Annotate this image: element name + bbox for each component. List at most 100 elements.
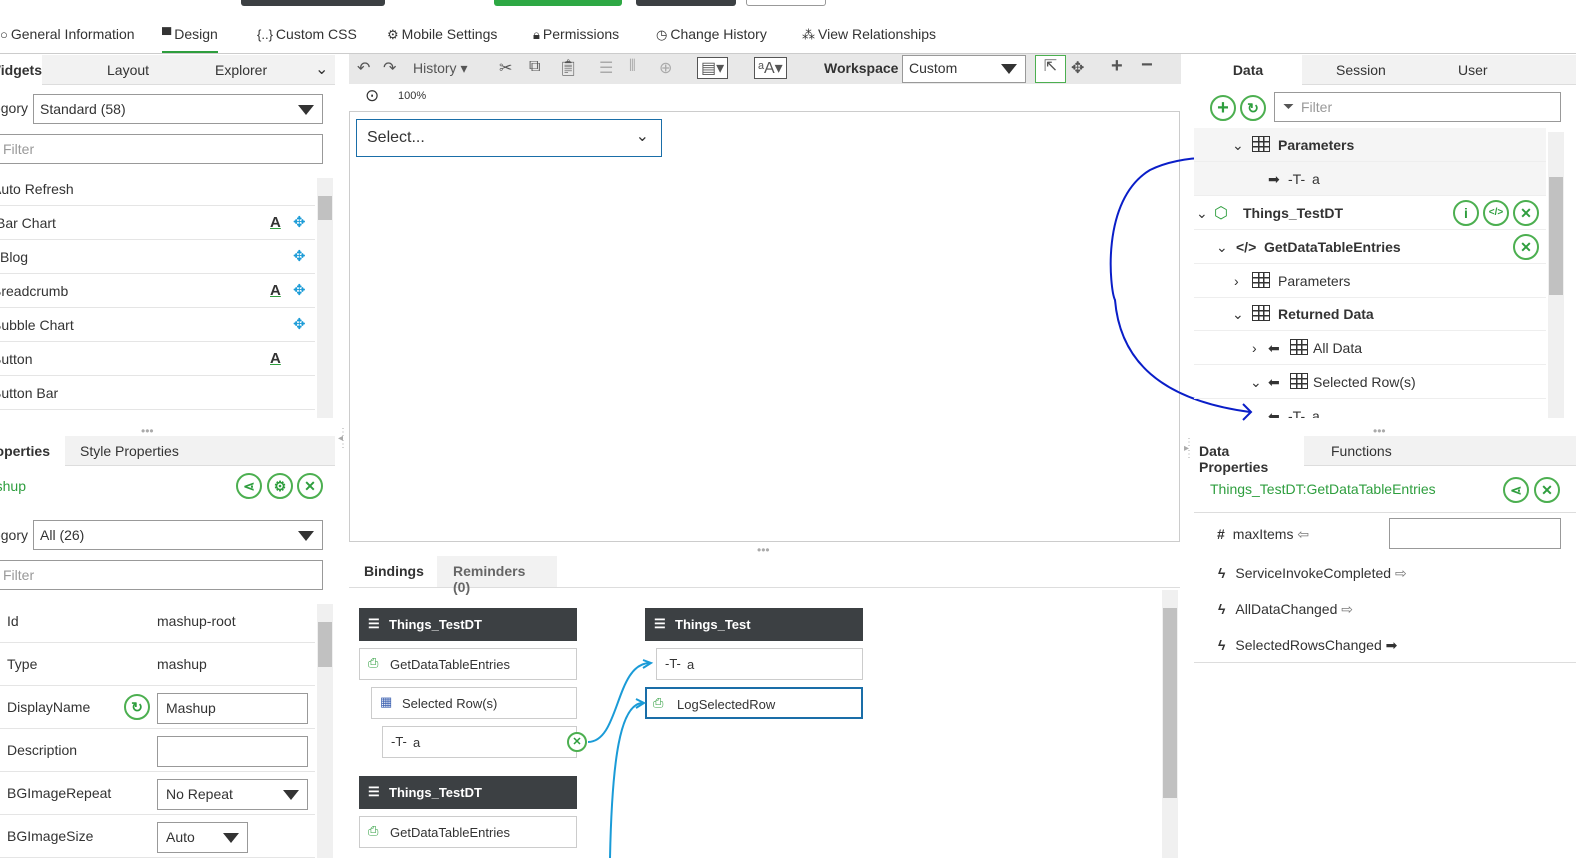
tab-explorer[interactable]: Explorer — [215, 62, 267, 78]
chevron-down-icon: ⌄ — [635, 128, 649, 145]
refresh-icon[interactable]: ↻ — [1240, 95, 1266, 121]
tab-general-information[interactable]: ○ General Information — [0, 26, 135, 42]
binding-target-service[interactable]: ⎙ LogSelectedRow — [645, 687, 863, 719]
zoom-in-icon[interactable]: + — [1111, 55, 1123, 78]
tab-functions[interactable]: Functions — [1331, 443, 1392, 459]
widget-item[interactable]: BreadcrumbA✥ — [0, 275, 315, 308]
move-icon[interactable]: ✥ — [1071, 58, 1084, 78]
tab-layout[interactable]: Layout — [107, 62, 149, 78]
close-icon[interactable]: ✕ — [1513, 234, 1539, 260]
tab-style-properties[interactable]: Style Properties — [80, 443, 179, 459]
data-filter-input[interactable]: ⏷ Filter — [1274, 92, 1561, 122]
info-icon[interactable]: i — [1453, 200, 1479, 226]
share-icon[interactable]: ⋖ — [1503, 477, 1529, 503]
tab-user[interactable]: User — [1458, 62, 1488, 78]
event-selected-rows-changed[interactable]: ϟ SelectedRowsChanged ➡ — [1210, 637, 1397, 654]
widget-item[interactable]: ButtonA — [0, 343, 315, 376]
binding-service[interactable]: ⎙ GetDataTableEntries — [359, 816, 577, 848]
remove-binding-icon[interactable]: ✕ — [567, 732, 587, 752]
workspace-select[interactable]: Custom — [902, 55, 1026, 83]
event-service-invoke-completed[interactable]: ϟ ServiceInvokeCompleted ⇨ — [1210, 565, 1407, 582]
reset-icon[interactable]: ↻ — [124, 694, 150, 720]
event-all-data-changed[interactable]: ϟ AllDataChanged ⇨ — [1210, 601, 1353, 618]
splitter-handle[interactable]: ⋮ ◂ ⋮ — [338, 428, 348, 450]
properties-filter-input[interactable]: Filter — [0, 560, 323, 590]
widget-item[interactable]: Button Bar — [0, 377, 315, 410]
bgimagerepeat-select[interactable]: No Repeat — [157, 779, 308, 810]
binding-field[interactable]: -T-a ✕ — [382, 726, 587, 758]
tree-node[interactable]: ⌄ ⬡ Things_TestDT i </> ✕ — [1194, 196, 1546, 230]
tab-widgets[interactable]: Widgets — [0, 55, 42, 85]
bgimagesize-select[interactable]: Auto — [157, 822, 248, 853]
chevron-down-icon[interactable]: ⌄ — [315, 59, 328, 79]
tab-permissions[interactable]: 🔒︎ Permissions — [533, 26, 619, 43]
description-input[interactable] — [157, 736, 308, 767]
top-button-4[interactable] — [746, 0, 826, 6]
maxitems-input[interactable] — [1389, 518, 1561, 549]
tab-mobile-settings[interactable]: ⚙ Mobile Settings — [387, 26, 497, 43]
close-icon[interactable]: ✕ — [297, 473, 323, 499]
tree-node[interactable]: ⌄ Parameters — [1194, 128, 1546, 162]
binding-service[interactable]: ⎙ GetDataTableEntries — [359, 648, 577, 680]
tab-bindings[interactable]: Bindings — [349, 556, 437, 587]
tab-change-history[interactable]: ◷ Change History — [656, 26, 767, 43]
tree-node[interactable]: ⌄ ⬅ Selected Row(s) — [1194, 365, 1546, 399]
binding-selected-rows[interactable]: ▦ Selected Row(s) — [371, 687, 577, 719]
category-select[interactable]: Standard (58) — [33, 94, 323, 124]
top-button-2[interactable] — [494, 0, 622, 6]
widget-filter-input[interactable]: Filter — [0, 134, 323, 164]
tab-view-relationships[interactable]: ⁂ View Relationships — [802, 26, 936, 43]
paste-icon[interactable]: 📋︎ — [558, 58, 578, 78]
tree-node[interactable]: › ⬅ All Data — [1194, 331, 1546, 365]
tab-data[interactable]: Data — [1194, 55, 1302, 85]
widget-list-scrollbar[interactable] — [317, 178, 333, 418]
select-widget[interactable]: Select... ⌄ — [356, 119, 662, 157]
widget-item[interactable]: Bubble Chart ✥ — [0, 309, 315, 342]
top-button-3[interactable] — [636, 0, 736, 6]
tab-design[interactable]: ▀ Design — [162, 26, 218, 53]
crosshair-icon[interactable]: ⊙ — [365, 86, 379, 106]
tab-custom-css[interactable]: {..} Custom CSS — [257, 26, 357, 42]
tree-node[interactable]: ⌄ </> GetDataTableEntries ✕ — [1194, 230, 1546, 264]
layout-icon[interactable]: ▤▾ — [697, 57, 729, 79]
copy-icon[interactable]: ⧉ — [529, 58, 540, 76]
tree-node[interactable]: ⌄ Returned Data — [1194, 297, 1546, 331]
undo-icon[interactable]: ↶ — [357, 58, 370, 78]
code-icon[interactable]: </> — [1483, 200, 1509, 226]
add-icon[interactable]: + — [1210, 95, 1236, 121]
tab-session[interactable]: Session — [1336, 62, 1386, 78]
close-icon[interactable]: ✕ — [1513, 200, 1539, 226]
widget-item[interactable]: Bar Chart A ✥ — [0, 207, 315, 240]
gear-icon[interactable]: ⚙ — [267, 473, 293, 499]
close-icon[interactable]: ✕ — [1534, 477, 1560, 503]
data-tree-scrollbar[interactable] — [1548, 132, 1564, 418]
properties-category-select[interactable]: All (26) — [33, 520, 323, 550]
history-button[interactable]: History ▾ — [413, 60, 467, 77]
select-tool-icon[interactable]: ⇱ — [1035, 55, 1066, 83]
tree-node[interactable]: ⬅ -T-a — [1194, 399, 1546, 418]
align-icon[interactable]: ☰ — [599, 58, 613, 78]
splitter-handle[interactable]: ⋮ ▸ ⋮ — [1184, 438, 1194, 460]
tree-node[interactable]: ➡ -T-a — [1194, 162, 1546, 196]
bindings-scrollbar[interactable] — [1162, 590, 1178, 858]
resize-handle[interactable]: ••• — [757, 543, 770, 557]
share-icon[interactable]: ⋖ — [236, 473, 262, 499]
widget-item[interactable]: Auto Refresh — [0, 173, 315, 206]
top-button-1[interactable] — [241, 0, 385, 6]
binding-target-field[interactable]: -T-a — [656, 648, 863, 680]
cut-icon[interactable]: ✂ — [499, 58, 512, 78]
target-icon[interactable]: ⊕ — [659, 58, 672, 78]
redo-icon[interactable]: ↷ — [383, 58, 396, 78]
property-list-scrollbar[interactable] — [317, 604, 333, 858]
distribute-icon[interactable]: ⫴ — [629, 58, 636, 76]
tree-node[interactable]: › Parameters — [1194, 264, 1546, 298]
widget-list: Auto Refresh Bar ChartA✥ Blog✥ Breadcrum… — [0, 173, 315, 418]
zoom-out-icon[interactable]: − — [1141, 54, 1153, 77]
tab-properties[interactable]: Properties — [0, 436, 65, 466]
displayname-input[interactable]: Mashup — [157, 693, 308, 724]
tab-data-properties[interactable]: Data Properties — [1194, 436, 1304, 475]
design-canvas[interactable]: Select... ⌄ — [349, 111, 1180, 542]
translate-icon[interactable]: ᵃA▾ — [754, 57, 787, 79]
tab-reminders[interactable]: Reminders (0) — [437, 556, 557, 595]
widget-item[interactable]: Blog ✥ — [0, 241, 315, 274]
